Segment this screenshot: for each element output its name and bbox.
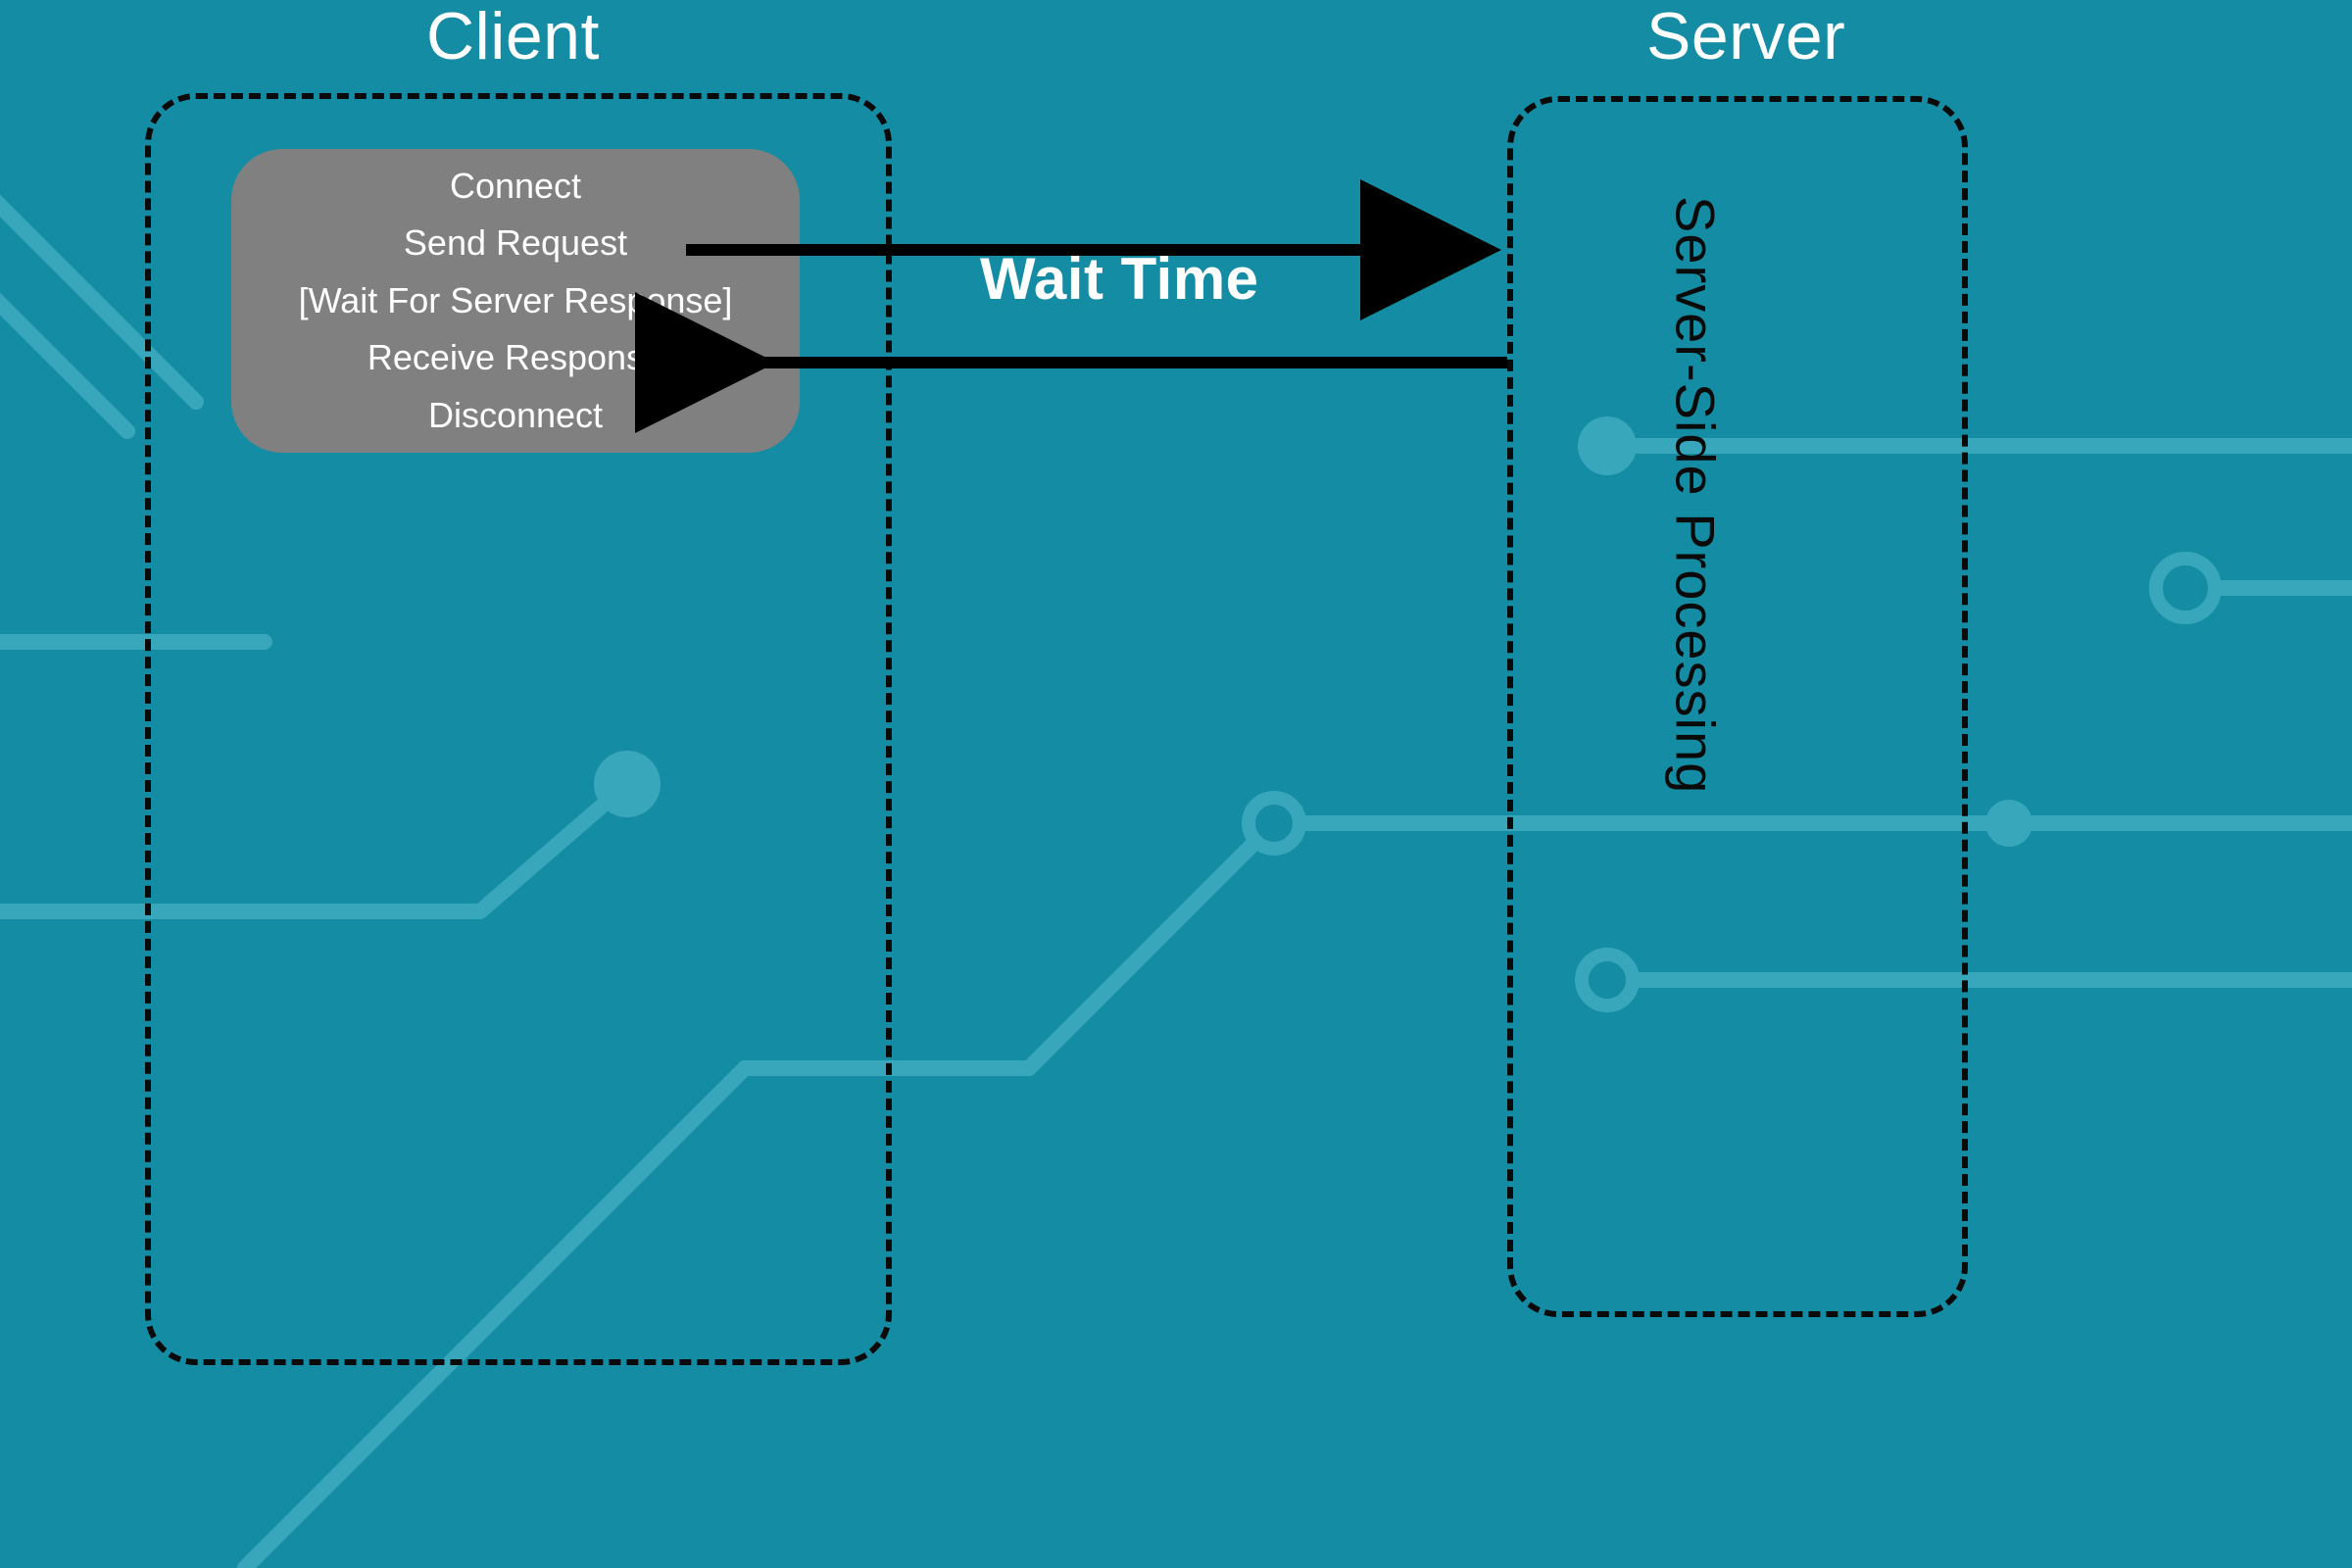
step-send: Send Request: [404, 220, 627, 268]
step-wait: [Wait For Server Response]: [299, 277, 733, 325]
server-box: [1507, 96, 1968, 1317]
server-title: Server: [1646, 0, 1845, 74]
server-side-processing-label: Server-Side Processing: [1666, 196, 1725, 1196]
diagram-canvas: Client Server Connect Send Request [Wait…: [0, 0, 2352, 1568]
client-steps-panel: Connect Send Request [Wait For Server Re…: [231, 149, 800, 453]
step-disconnect: Disconnect: [428, 392, 603, 440]
wait-time-label: Wait Time: [980, 245, 1259, 313]
step-connect: Connect: [450, 163, 581, 211]
step-receive: Receive Response: [368, 334, 663, 382]
client-title: Client: [426, 0, 600, 74]
